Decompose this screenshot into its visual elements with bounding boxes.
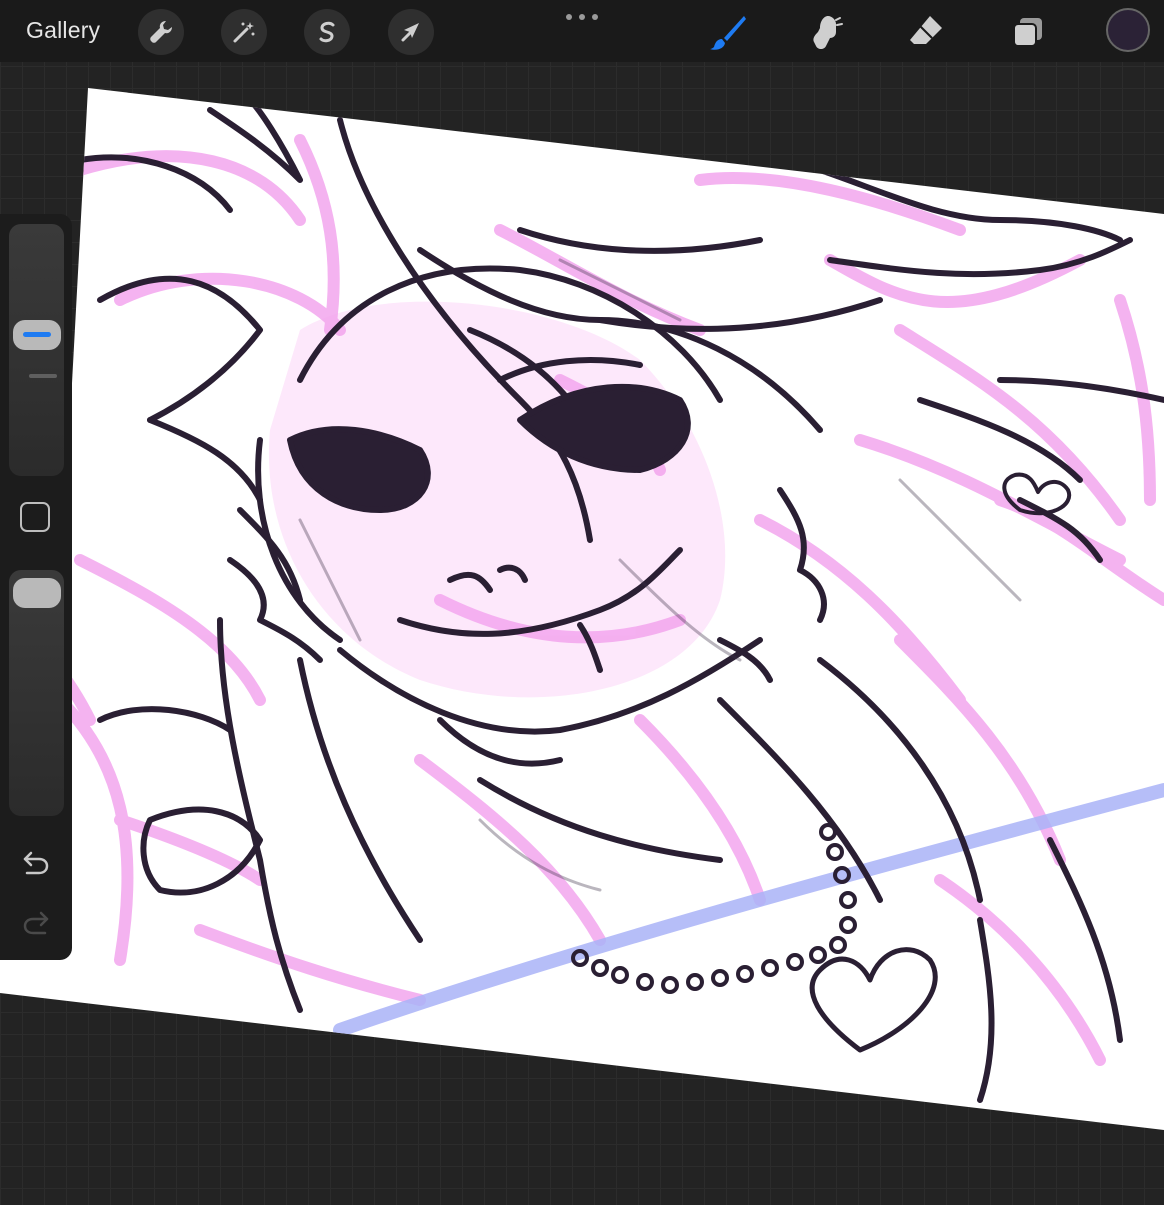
drawing-canvas[interactable] [0, 0, 1164, 1200]
slider-tick [29, 374, 57, 378]
left-sidebar [0, 214, 72, 960]
selection-button[interactable] [304, 9, 350, 55]
gallery-button[interactable]: Gallery [26, 17, 100, 44]
arrow-cursor-icon [401, 23, 419, 42]
active-indicator [23, 332, 51, 337]
layers-icon [1013, 18, 1042, 47]
redo-icon [23, 911, 49, 935]
smudge-icon [813, 16, 843, 49]
eraser-tool-button[interactable] [904, 10, 948, 54]
modify-button[interactable] [20, 502, 50, 532]
opacity-thumb[interactable] [13, 578, 61, 608]
artwork [0, 88, 1164, 1130]
eraser-icon [910, 16, 942, 44]
top-toolbar: Gallery [0, 0, 1164, 62]
selection-s-icon [319, 21, 335, 43]
ellipsis-icon[interactable] [566, 12, 598, 22]
transform-button[interactable] [388, 9, 434, 55]
color-swatch[interactable] [1106, 8, 1150, 52]
opacity-slider[interactable] [9, 570, 64, 816]
brush-tool-button[interactable] [706, 10, 750, 54]
layers-button[interactable] [1006, 10, 1050, 54]
actions-button[interactable] [138, 9, 184, 55]
redo-button[interactable] [18, 904, 54, 940]
smudge-tool-button[interactable] [804, 10, 848, 54]
undo-icon [23, 851, 49, 875]
undo-button[interactable] [18, 844, 54, 880]
wrench-icon [150, 21, 172, 43]
magic-wand-icon [233, 22, 255, 43]
brush-size-slider[interactable] [9, 224, 64, 476]
brush-size-thumb[interactable] [13, 320, 61, 350]
brush-icon [710, 16, 746, 50]
adjustments-button[interactable] [221, 9, 267, 55]
